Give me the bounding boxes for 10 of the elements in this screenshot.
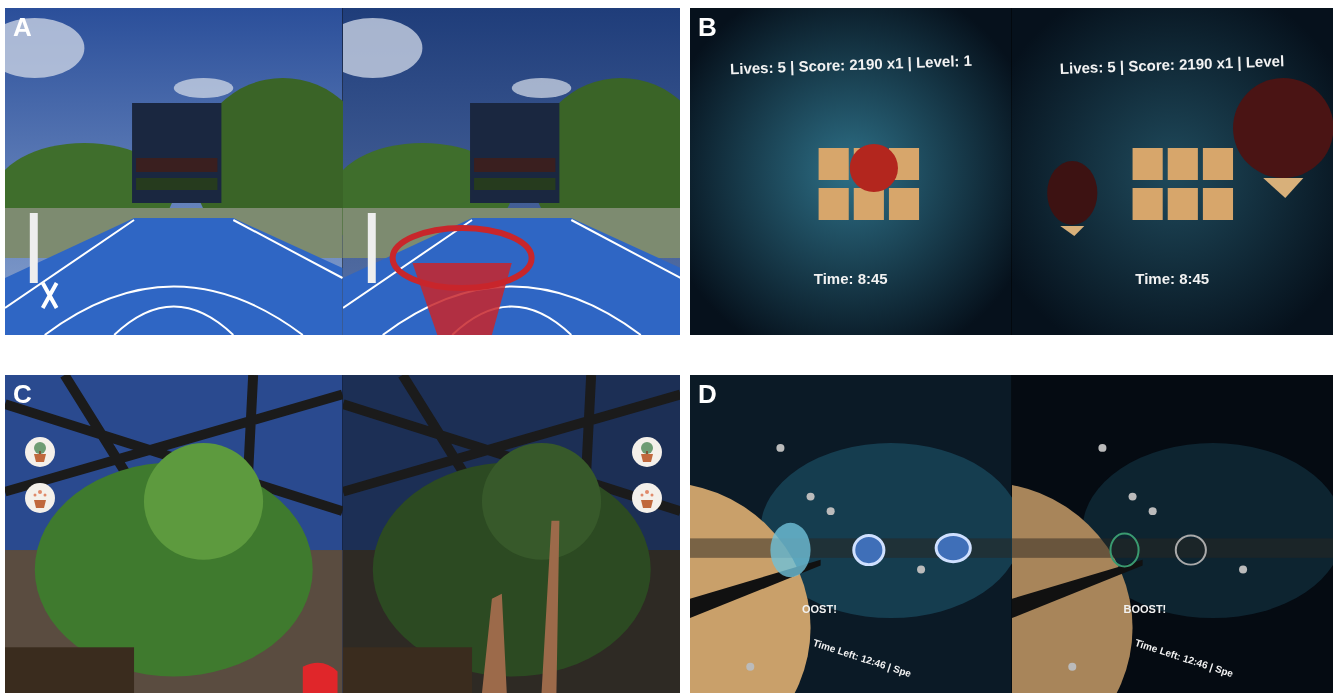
game-status-text: Lives: 5 | Score: 2190 x1 | Level bbox=[1059, 52, 1285, 77]
timer-text: Time: 8:45 bbox=[1135, 270, 1210, 287]
panel-label: B bbox=[698, 14, 717, 40]
game-status-text: Lives: 5 | Score: 2190 x1 | Level: 1 bbox=[729, 51, 972, 78]
timer-text: Time: 8:45 bbox=[813, 270, 888, 287]
panel-label: D bbox=[698, 381, 717, 407]
panel-label: C bbox=[13, 381, 32, 407]
panel-label: A bbox=[13, 14, 32, 40]
timer-text: Time Left: 12:46 | Spe bbox=[1133, 637, 1235, 680]
timer-text: Time Left: 12:46 | Spe bbox=[811, 637, 913, 680]
